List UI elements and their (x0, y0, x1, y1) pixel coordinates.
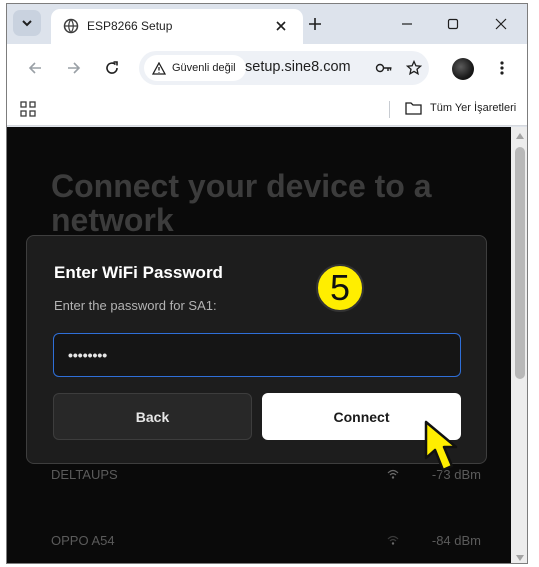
bookmarks-bar: Tüm Yer İşaretleri (7, 92, 527, 126)
cursor-arrow-icon (424, 420, 458, 472)
forward-nav-button[interactable] (63, 57, 85, 79)
page-viewport: Connect your device to a network DELTAUP… (7, 127, 511, 563)
globe-icon (63, 18, 79, 34)
close-window-button[interactable] (487, 12, 515, 36)
minimize-button[interactable] (393, 12, 421, 36)
maximize-button[interactable] (439, 12, 467, 36)
password-value: •••••••• (68, 347, 108, 363)
wifi-icon (387, 469, 399, 479)
profile-avatar[interactable] (452, 58, 474, 80)
apps-grid-icon[interactable] (20, 101, 36, 117)
url-text[interactable]: setup.sine8.com (245, 59, 351, 75)
all-bookmarks-label: Tüm Yer İşaretleri (430, 102, 517, 114)
back-button[interactable]: Back (53, 393, 252, 440)
key-icon (375, 63, 392, 73)
arrow-right-icon (68, 62, 81, 74)
dialog-title: Enter WiFi Password (54, 263, 223, 282)
more-vertical-icon (500, 61, 504, 75)
tab-title: ESP8266 Setup (87, 19, 173, 33)
back-nav-button[interactable] (24, 57, 46, 79)
dialog-description: Enter the password for SA1: (54, 298, 217, 313)
toolbar: Güvenli değil setup.sine8.com (7, 44, 527, 92)
page-heading: Connect your device to a network (51, 168, 432, 238)
bookmark-star-button[interactable] (404, 58, 424, 78)
password-input[interactable]: •••••••• (53, 333, 461, 377)
scroll-down-arrow-icon[interactable] (516, 555, 524, 561)
wifi-password-dialog: Enter WiFi Password Enter the password f… (26, 235, 487, 464)
folder-icon (405, 102, 422, 115)
address-bar[interactable]: Güvenli değil setup.sine8.com (139, 51, 429, 85)
all-bookmarks-folder[interactable]: Tüm Yer İşaretleri (405, 101, 516, 115)
scrollbar-thumb[interactable] (515, 147, 525, 379)
network-list-item[interactable]: OPPO A54 -84 dBm (51, 533, 481, 563)
wifi-icon (387, 535, 399, 545)
network-list-item[interactable]: DELTAUPS -73 dBm (51, 467, 481, 497)
tab-close-button[interactable] (270, 15, 292, 37)
step-number-badge: 5 (316, 264, 364, 312)
tab-esp8266-setup[interactable]: ESP8266 Setup (51, 9, 303, 44)
tab-strip: ESP8266 Setup (7, 4, 527, 44)
chevron-down-icon (22, 20, 32, 27)
scroll-up-arrow-icon[interactable] (516, 133, 524, 139)
close-icon (276, 21, 286, 31)
reload-button[interactable] (101, 57, 123, 79)
password-key-button[interactable] (374, 58, 394, 78)
browser-menu-button[interactable] (494, 57, 510, 79)
minimize-icon (402, 23, 412, 25)
network-name: OPPO A54 (51, 533, 115, 548)
page-scrollbar[interactable] (511, 127, 527, 563)
network-name: DELTAUPS (51, 467, 118, 482)
plus-icon (309, 18, 321, 30)
network-signal: -84 dBm (431, 533, 481, 548)
warning-icon (152, 61, 166, 75)
security-chip[interactable]: Güvenli değil (144, 55, 246, 81)
security-label: Güvenli değil (172, 62, 236, 74)
maximize-icon (447, 18, 459, 30)
reload-icon (106, 61, 118, 74)
arrow-left-icon (28, 62, 41, 74)
bookmarks-separator (389, 101, 390, 118)
tab-search-button[interactable] (13, 10, 41, 36)
star-icon (406, 60, 422, 76)
new-tab-button[interactable] (303, 12, 327, 36)
close-icon (495, 18, 507, 30)
